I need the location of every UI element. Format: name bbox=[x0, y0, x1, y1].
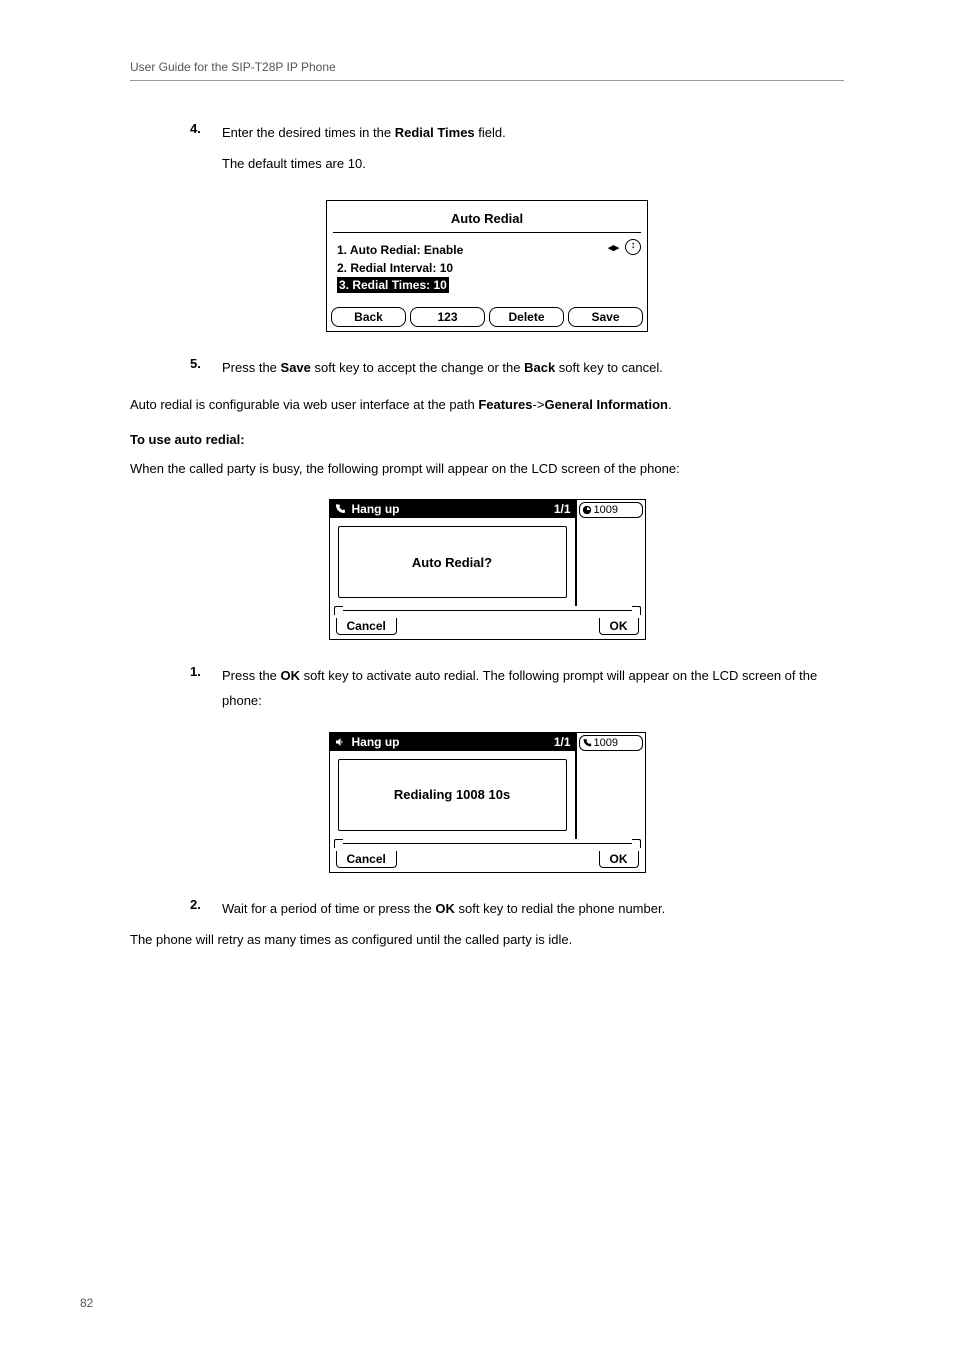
paragraph-busy-prompt: When the called party is busy, the follo… bbox=[130, 457, 844, 482]
line-number: 1009 bbox=[594, 737, 618, 749]
text: Press the bbox=[222, 360, 281, 375]
step-5: 5. Press the Save soft key to accept the… bbox=[190, 356, 844, 381]
line-status-icon bbox=[582, 505, 592, 515]
line-number: 1009 bbox=[594, 504, 618, 516]
softkey-123[interactable]: 123 bbox=[410, 307, 485, 327]
lcd-redialing-prompt: Hang up 1/1 Redialing 1008 10s 1009 bbox=[329, 732, 646, 873]
heading-to-use-auto-redial: To use auto redial: bbox=[130, 432, 844, 447]
text: Enter the desired times in the bbox=[222, 125, 395, 140]
softkey-name: OK bbox=[281, 668, 301, 683]
handset-icon bbox=[334, 503, 348, 515]
step-1: 1. Press the OK soft key to activate aut… bbox=[190, 664, 844, 713]
menu-path: General Information bbox=[544, 397, 668, 412]
lcd-prompt-text: Auto Redial? bbox=[338, 526, 567, 598]
menu-path: Features bbox=[478, 397, 532, 412]
softkey-cancel[interactable]: Cancel bbox=[336, 851, 397, 868]
text: Auto redial is configurable via web user… bbox=[130, 397, 478, 412]
softkey-name: Back bbox=[524, 360, 555, 375]
step-number: 1. bbox=[190, 664, 222, 713]
text: field. bbox=[475, 125, 506, 140]
softkey-name: OK bbox=[435, 901, 455, 916]
status-count: 1/1 bbox=[554, 735, 571, 749]
lcd-row-redial-times-selected[interactable]: 3. Redial Times: 10 bbox=[337, 277, 449, 293]
softkey-delete[interactable]: Delete bbox=[489, 307, 564, 327]
lcd-row-auto-redial: 1. Auto Redial: Enable bbox=[337, 241, 637, 259]
softkey-save[interactable]: Save bbox=[568, 307, 643, 327]
handset-outgoing-icon bbox=[582, 738, 592, 748]
softkey-name: Save bbox=[281, 360, 311, 375]
left-right-arrows-icon[interactable]: ◂▸ bbox=[608, 241, 619, 254]
softkey-back[interactable]: Back bbox=[331, 307, 406, 327]
step-text: Press the OK soft key to activate auto r… bbox=[222, 664, 844, 713]
softkey-ok[interactable]: OK bbox=[599, 618, 639, 635]
field-name: Redial Times bbox=[395, 125, 475, 140]
page-number: 82 bbox=[80, 1296, 93, 1310]
step-text: Wait for a period of time or press the O… bbox=[222, 897, 844, 922]
step-number: 4. bbox=[190, 121, 222, 182]
line-indicator[interactable]: 1009 bbox=[579, 735, 643, 751]
text: -> bbox=[533, 397, 545, 412]
scroll-indicator-icon[interactable]: ↕ bbox=[625, 239, 641, 255]
page-header: User Guide for the SIP-T28P IP Phone bbox=[130, 60, 844, 81]
step-text: Press the Save soft key to accept the ch… bbox=[222, 356, 844, 381]
step-number: 5. bbox=[190, 356, 222, 381]
lcd-auto-redial-settings: Auto Redial 1. Auto Redial: Enable 2. Re… bbox=[326, 200, 648, 332]
lcd-prompt-text: Redialing 1008 10s bbox=[338, 759, 567, 831]
lcd-auto-redial-prompt: Hang up 1/1 Auto Redial? 1009 bbox=[329, 499, 646, 640]
text: Press the bbox=[222, 668, 281, 683]
text: soft key to accept the change or the bbox=[311, 360, 524, 375]
text: soft key to activate auto redial. The fo… bbox=[222, 668, 817, 708]
step-subtext: The default times are 10. bbox=[222, 152, 844, 177]
status-label: Hang up bbox=[352, 502, 400, 516]
step-4: 4. Enter the desired times in the Redial… bbox=[190, 121, 844, 182]
line-indicator[interactable]: 1009 bbox=[579, 502, 643, 518]
paragraph-retry: The phone will retry as many times as co… bbox=[130, 928, 844, 953]
step-text: Enter the desired times in the Redial Ti… bbox=[222, 121, 844, 182]
status-count: 1/1 bbox=[554, 502, 571, 516]
softkey-ok[interactable]: OK bbox=[599, 851, 639, 868]
status-label: Hang up bbox=[352, 735, 400, 749]
text: soft key to cancel. bbox=[555, 360, 663, 375]
text: soft key to redial the phone number. bbox=[455, 901, 665, 916]
paragraph-web-path: Auto redial is configurable via web user… bbox=[130, 393, 844, 418]
text: . bbox=[668, 397, 672, 412]
softkey-cancel[interactable]: Cancel bbox=[336, 618, 397, 635]
text: Wait for a period of time or press the bbox=[222, 901, 435, 916]
step-2: 2. Wait for a period of time or press th… bbox=[190, 897, 844, 922]
lcd-row-redial-interval: 2. Redial Interval: 10 bbox=[337, 259, 637, 277]
lcd-title: Auto Redial bbox=[333, 205, 641, 233]
step-number: 2. bbox=[190, 897, 222, 922]
speaker-icon bbox=[334, 736, 348, 748]
